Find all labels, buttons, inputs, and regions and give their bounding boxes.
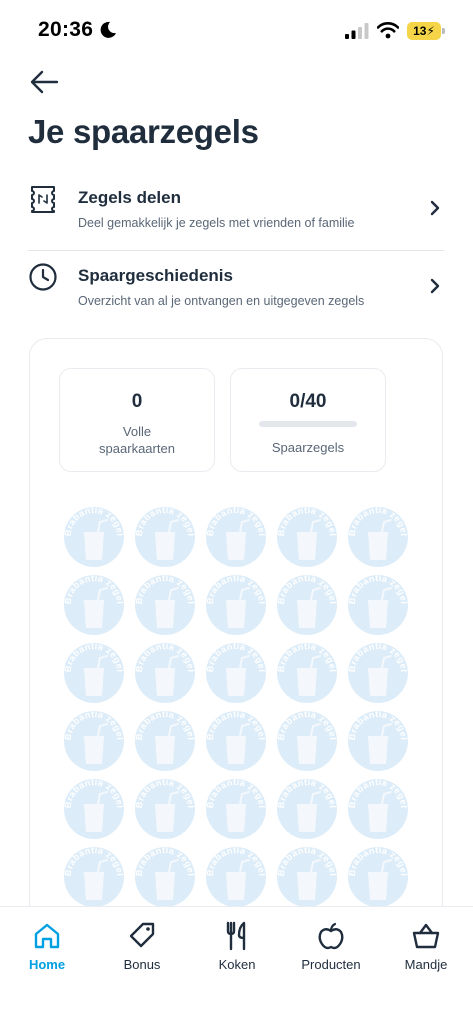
chevron-right-icon <box>430 278 440 294</box>
empty-stamp: Brabantia zegel <box>276 574 338 635</box>
stamps-value: 0/40 <box>289 391 327 412</box>
menu-item-subtitle: Deel gemakkelijk je zegels met vrienden … <box>78 216 355 230</box>
tab-mandje[interactable]: Mandje <box>386 921 466 981</box>
clock-icon <box>29 263 57 291</box>
empty-stamp: Brabantia zegel <box>347 778 409 839</box>
page-title: Je spaarzegels <box>28 113 259 150</box>
tab-koken[interactable]: Koken <box>197 921 277 981</box>
full-cards-label: Volle spaarkaarten <box>60 423 214 457</box>
apple-icon <box>318 922 344 950</box>
savings-card: 0 Volle spaarkaarten 0/40 Spaarzegels Br… <box>29 338 443 958</box>
empty-stamp: Brabantia zegel <box>205 506 267 567</box>
menu-item-title: Spaargeschiedenis <box>78 266 233 285</box>
full-cards-stat: 0 Volle spaarkaarten <box>59 368 215 472</box>
menu-item-savings-history[interactable]: Spaargeschiedenis Overzicht van al je on… <box>28 258 444 328</box>
empty-stamp: Brabantia zegel <box>347 846 409 907</box>
stamp-share-icon <box>31 186 55 213</box>
empty-stamp: Brabantia zegel <box>347 710 409 771</box>
home-icon <box>34 923 60 949</box>
tab-label: Mandje <box>404 957 448 972</box>
empty-stamp: Brabantia zegel <box>134 574 196 635</box>
empty-stamp: Brabantia zegel <box>205 846 267 907</box>
empty-stamp: Brabantia zegel <box>134 778 196 839</box>
status-time: 20:36 <box>38 18 94 41</box>
empty-stamp: Brabantia zegel <box>276 506 338 567</box>
empty-stamp: Brabantia zegel <box>276 846 338 907</box>
menu-item-title: Zegels delen <box>78 188 181 207</box>
fork-knife-icon <box>226 921 246 951</box>
tab-label: Home <box>28 957 66 972</box>
stamps-label: Spaarzegels <box>271 440 345 455</box>
empty-stamp: Brabantia zegel <box>134 642 196 703</box>
wifi-icon <box>377 22 399 39</box>
tab-producten[interactable]: Producten <box>291 921 371 981</box>
empty-stamp: Brabantia zegel <box>276 778 338 839</box>
empty-stamp: Brabantia zegel <box>276 642 338 703</box>
charging-icon: ⚡ <box>426 24 435 38</box>
menu-item-share-stamps[interactable]: Zegels delen Deel gemakkelijk je zegels … <box>28 180 444 250</box>
empty-stamp: Brabantia zegel <box>205 574 267 635</box>
basket-icon <box>412 923 440 949</box>
empty-stamp: Brabantia zegel <box>63 642 125 703</box>
tab-label: Bonus <box>123 957 161 972</box>
full-cards-label-line2: spaarkaarten <box>99 441 175 456</box>
empty-stamp: Brabantia zegel <box>134 710 196 771</box>
empty-stamp: Brabantia zegel <box>347 506 409 567</box>
full-cards-label-line1: Volle <box>122 424 152 439</box>
tab-home[interactable]: Home <box>7 921 87 981</box>
divider <box>28 250 444 251</box>
chevron-right-icon <box>430 200 440 216</box>
tab-label: Producten <box>301 957 361 972</box>
menu-item-subtitle: Overzicht van al je ontvangen en uitgege… <box>78 294 365 308</box>
empty-stamp: Brabantia zegel <box>347 574 409 635</box>
empty-stamp: Brabantia zegel <box>347 642 409 703</box>
full-cards-value: 0 <box>131 391 143 412</box>
empty-stamp: Brabantia zegel <box>63 846 125 907</box>
empty-stamp: Brabantia zegel <box>63 710 125 771</box>
empty-stamp: Brabantia zegel <box>205 642 267 703</box>
stamps-stat: 0/40 Spaarzegels <box>230 368 386 472</box>
empty-stamp: Brabantia zegel <box>63 778 125 839</box>
empty-stamp: Brabantia zegel <box>134 506 196 567</box>
empty-stamp: Brabantia zegel <box>276 710 338 771</box>
back-arrow-icon[interactable] <box>28 66 60 98</box>
tag-icon <box>129 922 155 948</box>
empty-stamp: Brabantia zegel <box>63 574 125 635</box>
battery-indicator: 13 ⚡ <box>407 22 441 40</box>
battery-level: 13 <box>413 24 427 38</box>
bottom-tab-bar: Home Bonus Koken Producten Mandje <box>0 906 473 1024</box>
empty-stamp: Brabantia zegel <box>205 778 267 839</box>
tab-bonus[interactable]: Bonus <box>102 921 182 981</box>
status-bar: 20:36 13 ⚡ <box>0 0 473 60</box>
empty-stamp: Brabantia zegel <box>134 846 196 907</box>
empty-stamp: Brabantia zegel <box>63 506 125 567</box>
empty-stamp: Brabantia zegel <box>205 710 267 771</box>
moon-icon <box>100 21 116 38</box>
tab-label: Koken <box>218 957 256 972</box>
signal-icon <box>345 23 369 39</box>
stamps-progress-bar <box>259 421 357 427</box>
battery-tip <box>442 28 445 34</box>
